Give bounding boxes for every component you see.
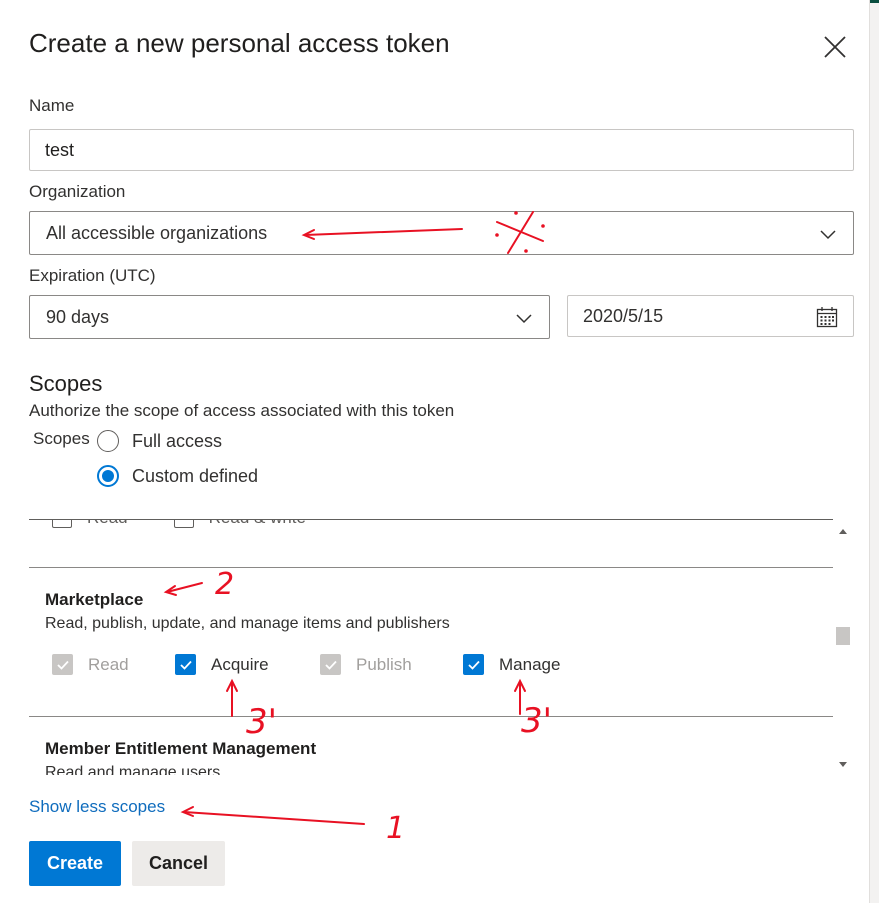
checkbox[interactable] (320, 654, 341, 675)
background-accent-mark (870, 0, 879, 3)
checkmark-icon (467, 660, 480, 670)
checkbox-manage[interactable]: Manage (463, 654, 560, 675)
create-button[interactable]: Create (29, 841, 121, 886)
chevron-down-icon (516, 314, 532, 324)
checkbox-label: Read & write (209, 520, 306, 528)
radio-label: Custom defined (132, 465, 259, 486)
organization-dropdown[interactable]: All accessible organizations (29, 211, 854, 255)
background-window-edge (870, 0, 879, 903)
scroll-up-arrow-icon[interactable] (839, 529, 847, 534)
organization-value: All accessible organizations (46, 222, 268, 243)
checkmark-icon (179, 660, 192, 670)
checkbox-label: Read (87, 520, 128, 528)
calendar-icon[interactable] (816, 306, 838, 328)
dialog-title: Create a new personal access token (29, 28, 450, 58)
name-input[interactable] (29, 129, 854, 171)
marketplace-checkboxes: Read Acquire Publish Manage (52, 654, 560, 675)
scroll-down-arrow-icon[interactable] (839, 762, 847, 767)
checkmark-icon (324, 660, 337, 670)
close-button[interactable] (818, 30, 852, 64)
scopes-heading: Scopes (29, 371, 103, 396)
checkbox-label: Read (88, 654, 129, 674)
section-description: Read and manage users (45, 764, 221, 775)
chevron-down-icon (820, 230, 836, 240)
section-title-member-entitlement: Member Entitlement Management (45, 739, 317, 758)
checkbox[interactable] (463, 654, 484, 675)
radio-button[interactable] (97, 430, 119, 452)
scopes-description: Authorize the scope of access associated… (29, 401, 455, 420)
checkmark-icon (56, 660, 69, 670)
create-token-dialog: Create a new personal access token Name … (0, 0, 870, 903)
checkbox-label: Acquire (211, 654, 269, 674)
scrollbar-thumb[interactable] (836, 627, 850, 645)
checkbox-read[interactable]: Read (52, 654, 175, 675)
section-divider (29, 567, 833, 568)
cancel-button[interactable]: Cancel (132, 841, 225, 886)
expiration-date-value: 2020/5/15 (583, 305, 664, 326)
radio-label: Full access (132, 430, 223, 451)
expiration-value: 90 days (46, 306, 110, 327)
close-icon (824, 36, 846, 58)
section-title-marketplace: Marketplace (45, 590, 144, 609)
checkbox-acquire[interactable]: Acquire (175, 654, 320, 675)
partial-scope-row: Read Read & write (52, 520, 352, 528)
scopes-group-label: Scopes (33, 429, 90, 448)
radio-custom-defined[interactable]: Custom defined (97, 465, 258, 487)
organization-label: Organization (29, 182, 126, 201)
radio-button[interactable] (97, 465, 119, 487)
checkbox[interactable] (52, 654, 73, 675)
section-divider (29, 716, 833, 717)
checkbox[interactable] (175, 654, 196, 675)
radio-full-access[interactable]: Full access (97, 430, 222, 452)
section-description: Read, publish, update, and manage items … (45, 615, 450, 632)
checkbox-label: Publish (356, 654, 412, 674)
expiration-dropdown[interactable]: 90 days (29, 295, 550, 339)
checkbox-publish[interactable]: Publish (320, 654, 463, 675)
checkbox[interactable] (52, 520, 72, 528)
checkbox-label: Manage (499, 654, 561, 674)
scope-list-scrollbar[interactable] (833, 519, 853, 775)
name-label: Name (29, 96, 75, 115)
show-less-scopes-link[interactable]: Show less scopes (29, 797, 165, 817)
checkbox[interactable] (173, 520, 194, 528)
scope-list-panel[interactable]: Read Read & write Marketplace Read, publ… (29, 519, 853, 775)
expiration-date-input[interactable]: 2020/5/15 (567, 295, 854, 337)
expiration-label: Expiration (UTC) (29, 266, 156, 285)
